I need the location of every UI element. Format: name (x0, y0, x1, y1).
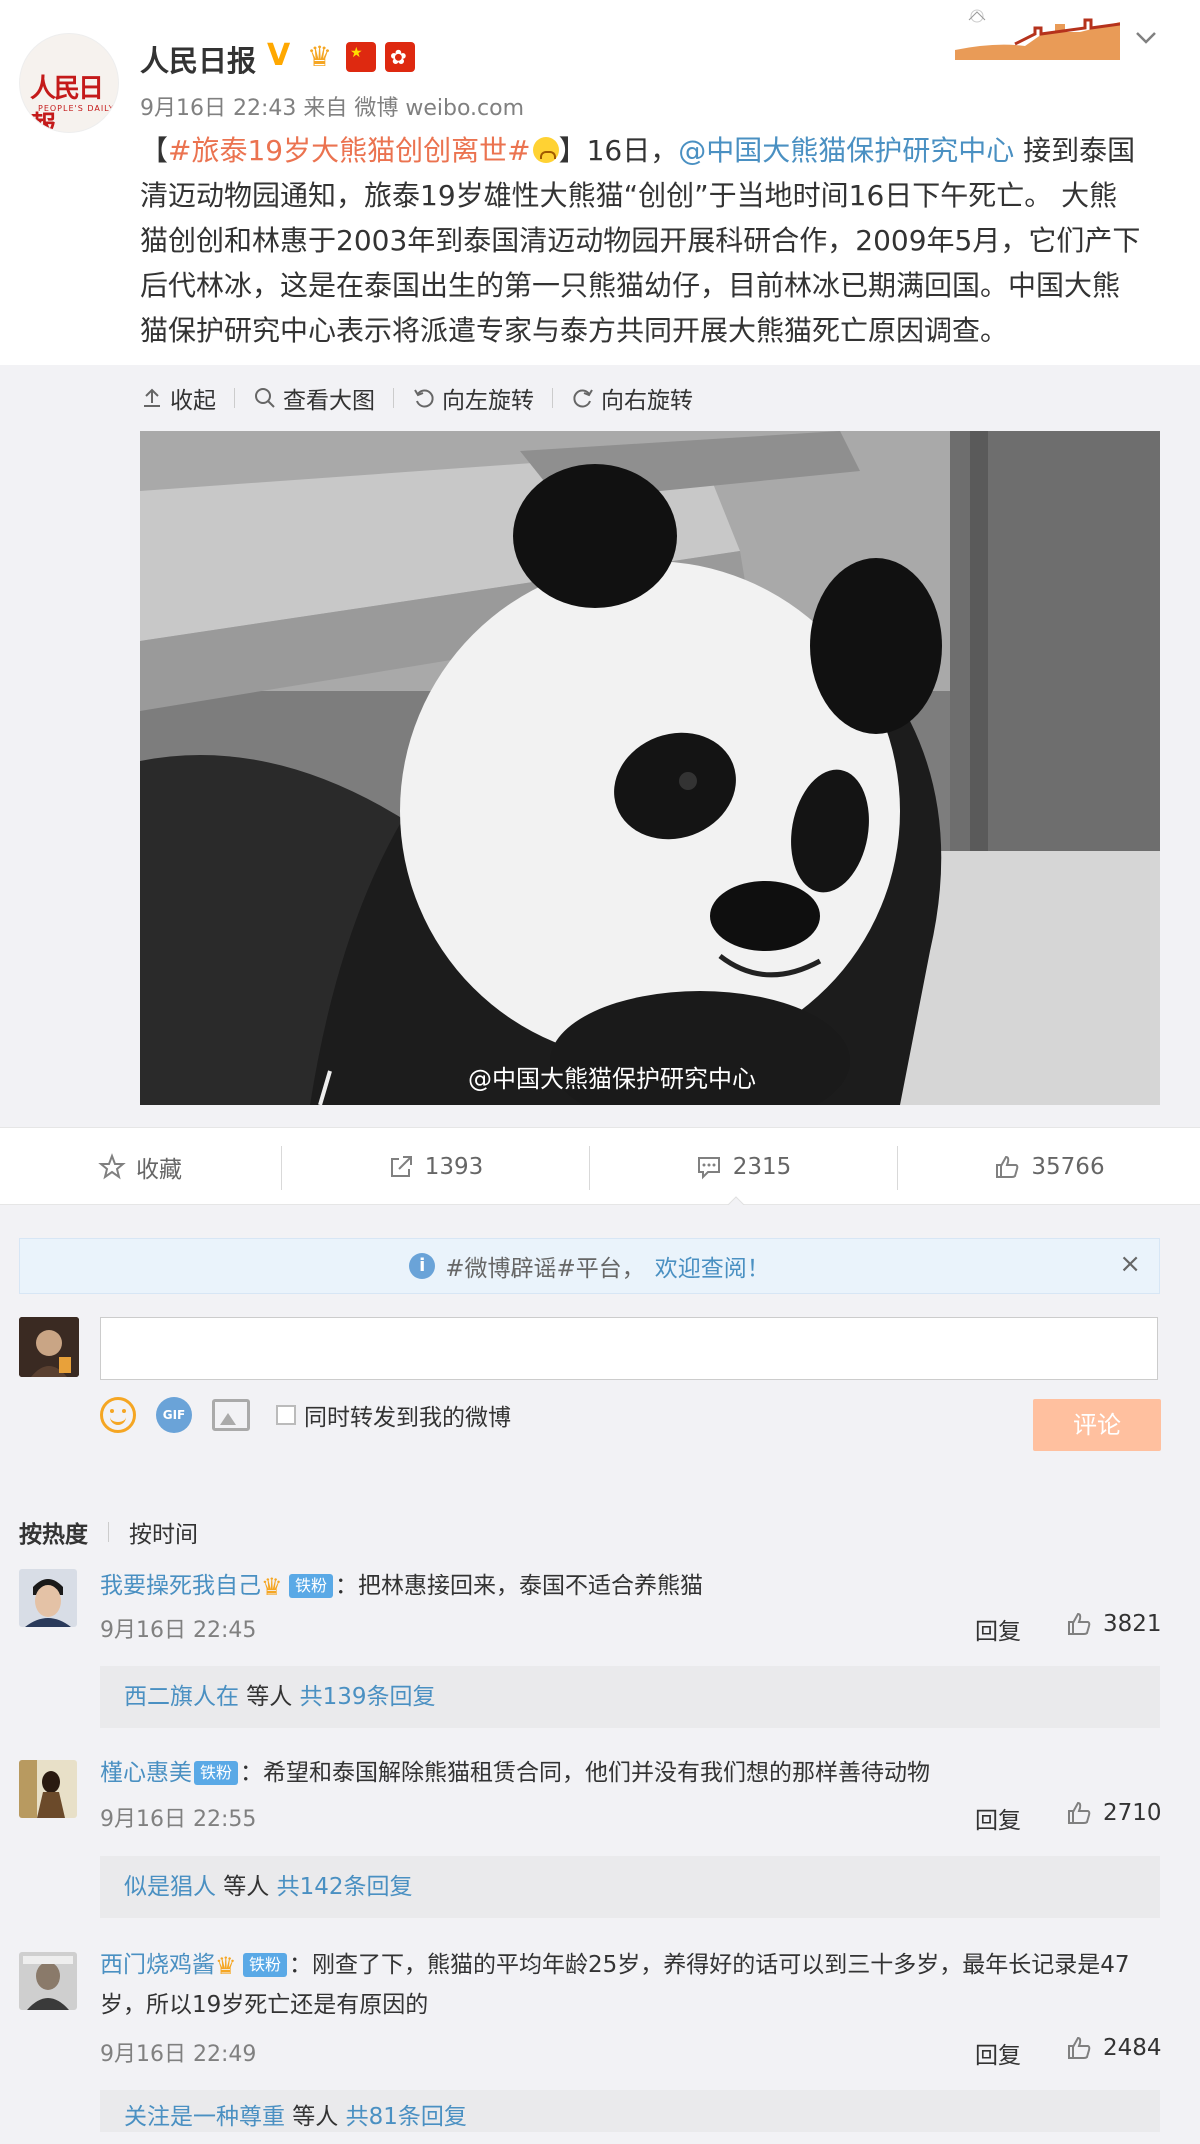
crown-badge-icon[interactable]: ♛ (261, 1575, 287, 1599)
sub-replies-summary[interactable]: 关注是一种尊重 等人 共81条回复 (100, 2090, 1160, 2132)
media-toolbar: 收起 查看大图 向左旋转 向右旋转 (140, 378, 693, 418)
fan-badge[interactable]: 铁粉 (289, 1574, 334, 1598)
avatar-logo-subtext: PEOPLE'S DAILY (38, 104, 115, 113)
notice-link[interactable]: 欢迎查阅！ (655, 1249, 770, 1283)
avatar-image (19, 1760, 77, 1818)
crown-badge-icon[interactable]: ♛ (215, 1954, 241, 1978)
commenter-name[interactable]: 西门烧鸡酱 (100, 1952, 215, 1978)
image-icon[interactable] (212, 1399, 250, 1431)
rotate-right-button[interactable]: 向右旋转 (571, 381, 693, 415)
toolbar-divider (552, 388, 553, 408)
crown-badge-icon[interactable] (307, 42, 337, 72)
commenter-avatar[interactable] (19, 1569, 77, 1627)
reply-button[interactable]: 回复 (975, 1612, 1021, 1646)
commenter-avatar[interactable] (19, 1952, 77, 2010)
rotate-right-icon (573, 389, 593, 408)
avatar-logo-text: 人民日報 (30, 74, 104, 133)
author-name[interactable]: 人民日报 (140, 38, 256, 80)
repost-button[interactable]: 1393 (282, 1128, 588, 1206)
post-card: 人民日報 PEOPLE'S DAILY 人民日报 V 9月16日 22:43 来… (0, 0, 1200, 365)
cry-emoji-icon (532, 137, 559, 163)
sync-repost-label[interactable]: 同时转发到我的微博 (304, 1398, 511, 1432)
fan-badge[interactable]: 铁粉 (243, 1953, 288, 1977)
collapse-icon (144, 388, 160, 407)
chevron-down-icon[interactable] (1133, 24, 1159, 50)
comment-text: 西门烧鸡酱♛ 铁粉 ：刚查了下，熊猫的平均年龄25岁，养得好的话可以到三十多岁，最年… (100, 1952, 1130, 2018)
toolbar-divider (393, 388, 394, 408)
comment-time: 9月16日 22:49 (100, 2042, 257, 2067)
close-icon[interactable]: × (1119, 1249, 1141, 1279)
gif-icon[interactable]: GIF (156, 1397, 192, 1433)
verified-icon: V (267, 38, 291, 73)
sub-replies-summary[interactable]: 西二旗人在 等人 共139条回复 (100, 1666, 1160, 1728)
commenter-avatar[interactable] (19, 1760, 77, 1818)
panda-illustration (140, 431, 1160, 1105)
post-text: 【#旅泰19岁大熊猫创创离世# 】16日，@中国大熊猫保护研究中心 接到泰国清迈动… (140, 134, 1141, 347)
star-icon (98, 1153, 126, 1180)
fan-badge[interactable]: 铁粉 (194, 1761, 239, 1785)
favorite-button[interactable]: 收藏 (0, 1128, 280, 1206)
author-avatar[interactable]: 人民日報 PEOPLE'S DAILY (19, 33, 119, 133)
thumbs-up-icon (1068, 1801, 1091, 1824)
view-large-button[interactable]: 查看大图 (253, 381, 375, 415)
comment-like-button[interactable]: 2710 (1065, 1799, 1162, 1827)
submit-comment-button[interactable]: 评论 (1033, 1399, 1161, 1451)
current-user-avatar (19, 1317, 79, 1377)
mention-link[interactable]: @中国大熊猫保护研究中心 (678, 134, 1014, 167)
great-wall-decoration-icon (955, 9, 1120, 60)
comment-text: 槿心惠美 铁粉 ：希望和泰国解除熊猫租赁合同，他们并没有我们想的那样善待动物 (100, 1760, 931, 1786)
emoji-icon[interactable] (100, 1397, 136, 1433)
comment-text: 我要操死我自己♛ 铁粉 ：把林惠接回来，泰国不适合养熊猫 (100, 1573, 704, 1601)
thumbs-up-icon (1068, 2036, 1091, 2059)
rotate-left-button[interactable]: 向左旋转 (412, 381, 534, 415)
avatar-image (19, 1952, 77, 2010)
comment-time: 9月16日 22:45 (100, 1618, 257, 1643)
like-button[interactable]: 35766 (898, 1128, 1200, 1206)
action-bar: 收藏 1393 2315 35766 (0, 1127, 1200, 1205)
info-icon: i (409, 1253, 436, 1279)
thumbs-up-icon (1068, 1612, 1091, 1635)
sort-tabs: 按热度 按时间 (19, 1515, 198, 1549)
comment-icon (697, 1157, 720, 1180)
hashtag-link[interactable]: #旅泰19岁大熊猫创创离世# (168, 134, 531, 167)
sort-divider (108, 1522, 109, 1542)
sub-replies-summary[interactable]: 似是猖人 等人 共142条回复 (100, 1856, 1160, 1918)
sync-repost-checkbox[interactable] (276, 1405, 296, 1425)
reply-button[interactable]: 回复 (975, 2036, 1021, 2070)
collapse-button[interactable]: 收起 (140, 381, 216, 415)
panda-photo[interactable]: @中国大熊猫保护研究中心 (140, 431, 1160, 1105)
image-watermark: @中国大熊猫保护研究中心 (468, 1065, 756, 1093)
china-flag-icon (346, 42, 376, 72)
sort-by-hot-tab[interactable]: 按热度 (19, 1515, 88, 1549)
thumbs-up-icon (996, 1155, 1019, 1178)
comment-like-button[interactable]: 3821 (1065, 1610, 1162, 1638)
hk-flag-icon (385, 42, 415, 72)
notice-tag[interactable]: #微博辟谣#平台， (445, 1249, 645, 1283)
composer-tools: GIF 同时转发到我的微博 (100, 1397, 511, 1433)
comment-time: 9月16日 22:55 (100, 1807, 257, 1832)
avatar-image (19, 1317, 79, 1377)
sort-by-time-tab[interactable]: 按时间 (129, 1515, 198, 1549)
commenter-name[interactable]: 槿心惠美 (100, 1760, 192, 1786)
rotate-left-icon (414, 389, 434, 408)
toolbar-divider (234, 388, 235, 408)
comment-input[interactable] (100, 1317, 1158, 1380)
share-icon (390, 1156, 412, 1177)
comment-like-button[interactable]: 2484 (1065, 2034, 1162, 2062)
comment-button[interactable]: 2315 (590, 1128, 896, 1206)
commenter-name[interactable]: 我要操死我自己 (100, 1573, 261, 1599)
search-icon (255, 388, 275, 408)
post-meta: 9月16日 22:43 来自 微博 weibo.com (140, 96, 525, 121)
reply-button[interactable]: 回复 (975, 1801, 1021, 1835)
avatar-image (19, 1569, 77, 1627)
rumor-notice-bar: i #微博辟谣#平台， 欢迎查阅！ × (19, 1238, 1160, 1294)
